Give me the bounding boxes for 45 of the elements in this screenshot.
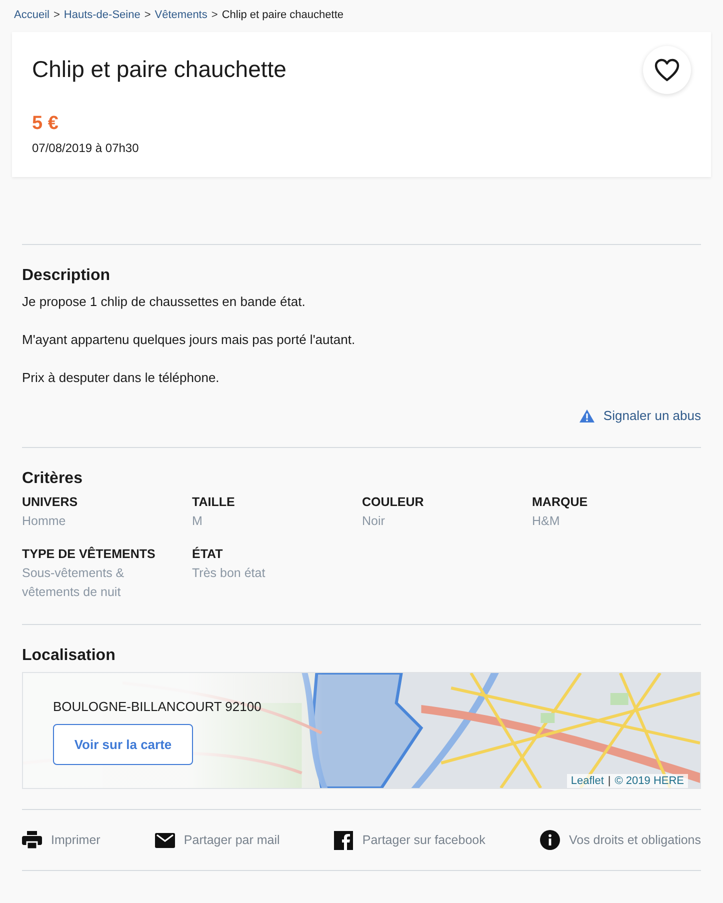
location-address: BOULOGNE-BILLANCOURT 92100 — [53, 699, 262, 714]
printer-icon — [22, 831, 42, 849]
section-heading: Critères — [22, 470, 84, 488]
breadcrumb-link[interactable]: Hauts-de-Seine — [64, 9, 140, 21]
breadcrumb-separator: > — [211, 9, 218, 21]
share-action-link[interactable]: Vos droits et obligations — [540, 830, 701, 850]
criterion-label: TYPE DE VÊTEMENTS — [22, 547, 156, 561]
warning-icon — [579, 408, 596, 422]
criterion-label: TAILLE — [192, 495, 236, 509]
info-icon — [540, 830, 560, 850]
description-text: Prix à desputer dans le téléphone. — [22, 369, 220, 387]
criterion-label: COULEUR — [362, 495, 425, 509]
section-heading: Description — [22, 267, 112, 285]
breadcrumb-link[interactable]: Vêtements — [154, 9, 208, 21]
criterion-value: Homme — [22, 513, 67, 530]
breadcrumb-separator: > — [53, 9, 60, 21]
share-action-link[interactable]: Partager par mail — [154, 830, 280, 850]
attribution-separator: | — [608, 775, 611, 787]
heart-icon — [654, 58, 680, 82]
favorite-button[interactable] — [643, 46, 691, 94]
criterion-value: M — [192, 513, 204, 530]
view-map-button[interactable]: Voir sur la carte — [53, 724, 193, 765]
criterion-value: Noir — [362, 513, 386, 530]
breadcrumb-current: Chlip et paire chauchette — [222, 9, 344, 21]
criterion-value: H&M — [532, 513, 561, 530]
description-text: M'ayant appartenu quelques jours mais pas porté l'autant. — [22, 331, 356, 349]
ad-price: 5 € — [32, 113, 60, 135]
ad-date: 07/08/2019 à 07h30 — [32, 141, 140, 155]
share-action-link[interactable]: Partager sur facebook — [334, 830, 486, 850]
section-heading: Localisation — [22, 647, 116, 665]
description-text: Je propose 1 chlip de chaussettes en bande état. — [22, 293, 306, 311]
share-action-link[interactable]: Imprimer — [22, 830, 100, 850]
criterion-label: ÉTAT — [192, 547, 224, 561]
criterion-label: MARQUE — [532, 495, 589, 509]
criterion-label: UNIVERS — [22, 495, 79, 509]
ad-title: Chlip et paire chauchette — [32, 56, 286, 83]
breadcrumb-separator: > — [144, 9, 151, 21]
facebook-icon — [334, 830, 354, 850]
map-attribution-link[interactable]: Leaflet — [570, 775, 604, 787]
envelope-icon — [154, 832, 175, 848]
criterion-value: Sous-vêtements & vêtements de nuit — [22, 565, 126, 601]
criterion-value: Très bon état — [192, 565, 266, 582]
breadcrumb-link[interactable]: Accueil — [14, 9, 50, 21]
report-abuse-link[interactable]: Signaler un abus — [579, 408, 701, 423]
map-attribution-link[interactable]: © 2019 HERE — [614, 775, 684, 787]
